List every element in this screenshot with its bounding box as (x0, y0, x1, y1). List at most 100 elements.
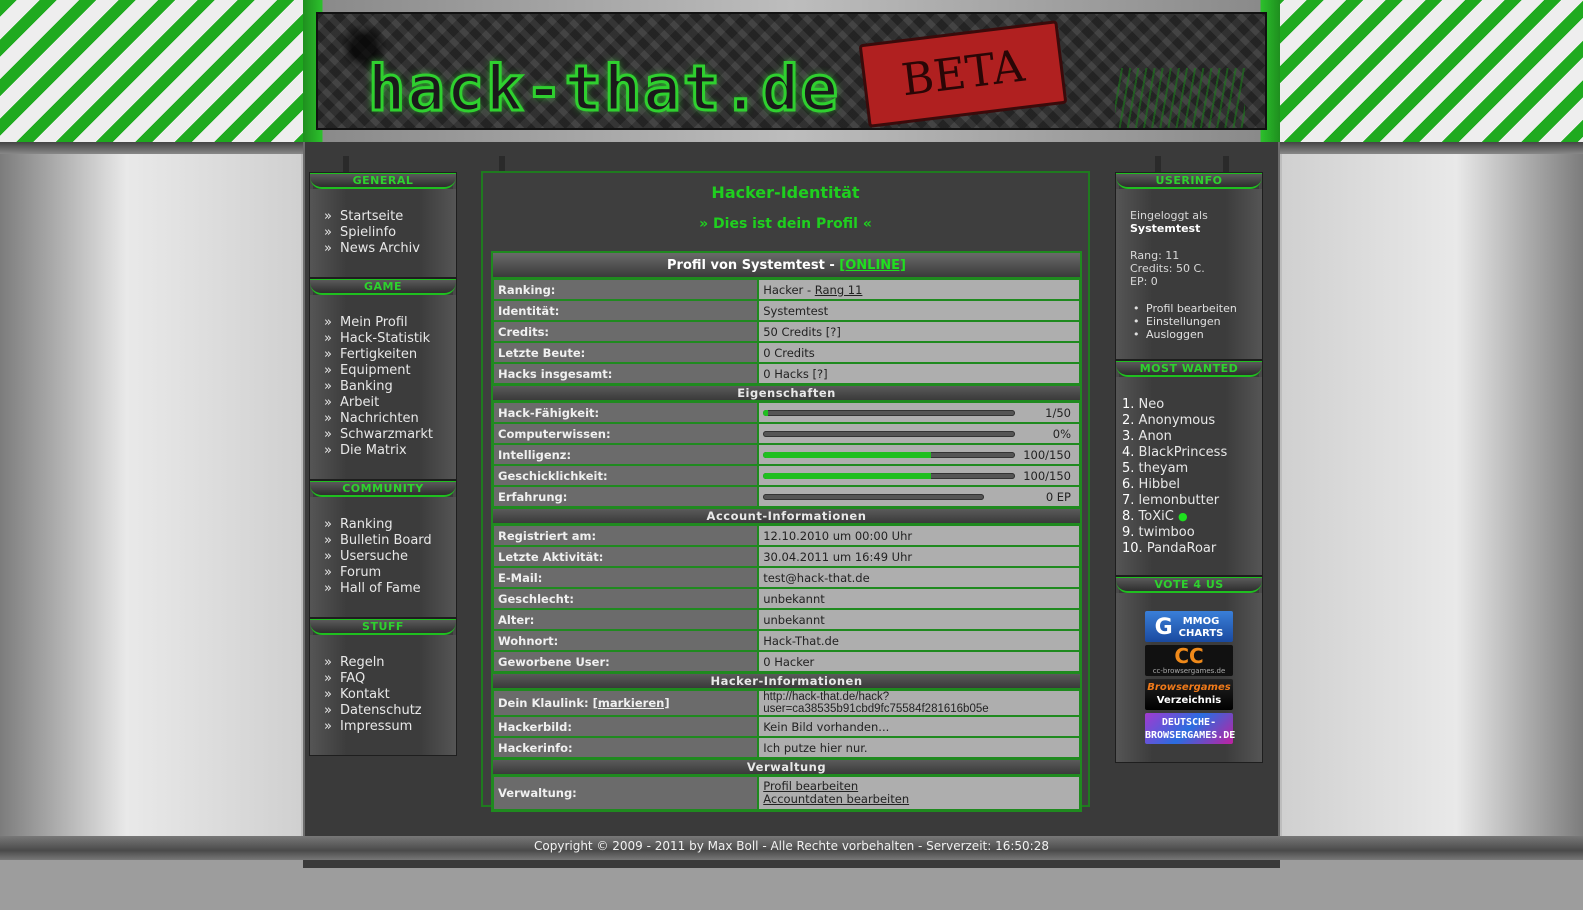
section-eigenschaften: Eigenschaften (493, 384, 1080, 402)
wanted-item[interactable]: 7. lemonbutter (1122, 493, 1256, 509)
section-title: GAME (310, 279, 456, 295)
nav-item-mein-profil[interactable]: Mein Profil (324, 315, 442, 331)
nav-item-hack-statistik[interactable]: Hack-Statistik (324, 331, 442, 347)
browsergames-verzeichnis-badge[interactable]: Browsergames Verzeichnis (1145, 679, 1233, 710)
table-row: Geschlecht: unbekannt (493, 588, 1080, 609)
site-logo: hack-that.de (367, 51, 840, 127)
profile-header: Profil von Systemtest - [ONLINE] (493, 253, 1080, 279)
table-row: Geschicklichkeit: 100/150 (493, 465, 1080, 486)
section-title: STUFF (310, 619, 456, 635)
section-title: MOST WANTED (1116, 361, 1262, 377)
section-account: Account-Informationen (493, 507, 1080, 525)
table-row: Verwaltung: Profil bearbeiten Accountdat… (493, 776, 1080, 810)
wanted-item[interactable]: 5. theyam (1122, 461, 1256, 477)
online-dot-icon: ● (1177, 510, 1188, 523)
table-row: E-Mail: test@hack-that.de (493, 567, 1080, 588)
link-profil-bearbeiten[interactable]: Profil bearbeiten (1130, 302, 1248, 315)
mmog-charts-badge[interactable]: G MMOG CHARTS (1145, 611, 1233, 642)
nav-item-kontakt[interactable]: Kontakt (324, 687, 442, 703)
deutsche-browsergames-badge[interactable]: DEUTSCHE- BROWSERGAMES.DE (1145, 713, 1235, 744)
logged-in-label: Eingeloggt als (1130, 209, 1208, 222)
table-row: Letzte Beute: 0 Credits (493, 342, 1080, 363)
table-row: Computerwissen: 0% (493, 423, 1080, 444)
wanted-item[interactable]: 3. Anon (1122, 429, 1256, 445)
table-row: Hackerinfo: Ich putze hier nur. (493, 737, 1080, 758)
section-title: COMMUNITY (310, 481, 456, 497)
nav-item-startseite[interactable]: Startseite (324, 209, 442, 225)
page-subtitle: » Dies ist dein Profil « (699, 216, 872, 232)
table-row: Letzte Aktivität: 30.04.2011 um 16:49 Uh… (493, 546, 1080, 567)
wanted-item[interactable]: 1. Neo (1122, 397, 1256, 413)
table-row: Wohnort: Hack-That.de (493, 630, 1080, 651)
right-sidebar-connector (1155, 156, 1229, 172)
nav-item-nachrichten[interactable]: Nachrichten (324, 411, 442, 427)
table-row: Hacks insgesamt: 0 Hacks [?] (493, 363, 1080, 384)
nav-item-hall-of-fame[interactable]: Hall of Fame (324, 581, 442, 597)
section-verwaltung: Verwaltung (493, 758, 1080, 776)
beta-badge: BETA (858, 20, 1068, 128)
nav-item-impressum[interactable]: Impressum (324, 719, 442, 735)
nav-item-datenschutz[interactable]: Datenschutz (324, 703, 442, 719)
wanted-item[interactable]: 6. Hibbel (1122, 477, 1256, 493)
nav-item-news-archiv[interactable]: News Archiv (324, 241, 442, 257)
nav-item-fertigkeiten[interactable]: Fertigkeiten (324, 347, 442, 363)
progress-bar (763, 472, 1016, 479)
section-title: GENERAL (310, 173, 456, 189)
footer-bottom-edge (303, 860, 1280, 868)
nav-item-ranking[interactable]: Ranking (324, 517, 442, 533)
wanted-item[interactable]: 4. BlackPrincess (1122, 445, 1256, 461)
nav-item-banking[interactable]: Banking (324, 379, 442, 395)
nav-item-forum[interactable]: Forum (324, 565, 442, 581)
table-row: Ranking: Hacker - Rang 11 (493, 279, 1080, 300)
link-einstellungen[interactable]: Einstellungen (1130, 315, 1248, 328)
most-wanted-list: 1. Neo 2. Anonymous 3. Anon 4. BlackPrin… (1116, 377, 1262, 575)
section-hacker: Hacker-Informationen (493, 672, 1080, 690)
nav-item-faq[interactable]: FAQ (324, 671, 442, 687)
nav-item-equipment[interactable]: Equipment (324, 363, 442, 379)
wanted-item[interactable]: 8. ToXiC ● (1122, 509, 1256, 525)
userinfo-section: USERINFO Eingeloggt als Systemtest Rang:… (1115, 172, 1263, 360)
table-row: Alter: unbekannt (493, 609, 1080, 630)
wanted-item[interactable]: 9. twimboo (1122, 525, 1256, 541)
rang-text: Rang: 11 (1130, 249, 1180, 262)
ep-text: EP: 0 (1130, 275, 1158, 288)
nav-list: Mein Profil Hack-Statistik Fertigkeiten … (310, 295, 456, 479)
progress-bar (763, 409, 1016, 416)
nav-item-spielinfo[interactable]: Spielinfo (324, 225, 442, 241)
link-ausloggen[interactable]: Ausloggen (1130, 328, 1248, 341)
right-sidebar: USERINFO Eingeloggt als Systemtest Rang:… (1115, 172, 1263, 763)
section-header-row: Eigenschaften (493, 384, 1080, 402)
table-row: Erfahrung: 0 EP (493, 486, 1080, 507)
nav-item-arbeit[interactable]: Arbeit (324, 395, 442, 411)
left-sidebar-connector (343, 156, 505, 172)
rank-link[interactable]: Rang 11 (815, 283, 863, 297)
section-header-row: Verwaltung (493, 758, 1080, 776)
progress-bar (763, 493, 985, 500)
nav-item-bulletin-board[interactable]: Bulletin Board (324, 533, 442, 549)
section-header-row: Hacker-Informationen (493, 672, 1080, 690)
online-status: [ONLINE] (839, 257, 906, 273)
nav-item-regeln[interactable]: Regeln (324, 655, 442, 671)
table-row: Geworbene User: 0 Hacker (493, 651, 1080, 672)
nav-item-die-matrix[interactable]: Die Matrix (324, 443, 442, 459)
nav-item-schwarzmarkt[interactable]: Schwarzmarkt (324, 427, 442, 443)
markieren-link[interactable]: [markieren] (593, 696, 670, 710)
left-sidebar: GENERAL Startseite Spielinfo News Archiv… (309, 172, 457, 756)
wanted-item[interactable]: 10. PandaRoar (1122, 541, 1256, 557)
progress-bar (763, 430, 1016, 437)
nav-item-usersuche[interactable]: Usersuche (324, 549, 442, 565)
credits-text: Credits: 50 C. (1130, 262, 1205, 275)
klaulink-value[interactable]: http://hack-that.de/hack?user=ca38535b91… (758, 690, 1080, 716)
wanted-item[interactable]: 2. Anonymous (1122, 413, 1256, 429)
main-content: Hacker-Identität » Dies ist dein Profil … (481, 171, 1090, 812)
site-banner[interactable]: hack-that.de BETA (316, 12, 1267, 130)
section-header-row: Account-Informationen (493, 507, 1080, 525)
vote-badges: G MMOG CHARTS CC cc-browsergames.de Brows… (1116, 593, 1262, 762)
accountdaten-bearbeiten-link[interactable]: Accountdaten bearbeiten (763, 793, 1075, 806)
footer-copyright: Copyright © 2009 - 2011 by Max Boll - Al… (534, 839, 1049, 853)
cc-browsergames-badge[interactable]: CC cc-browsergames.de (1145, 645, 1233, 676)
nav-list: Startseite Spielinfo News Archiv (310, 189, 456, 277)
table-row: Credits: 50 Credits [?] (493, 321, 1080, 342)
table-row: Hackerbild: Kein Bild vorhanden... (493, 716, 1080, 737)
profile-header-row: Profil von Systemtest - [ONLINE] (493, 253, 1080, 279)
